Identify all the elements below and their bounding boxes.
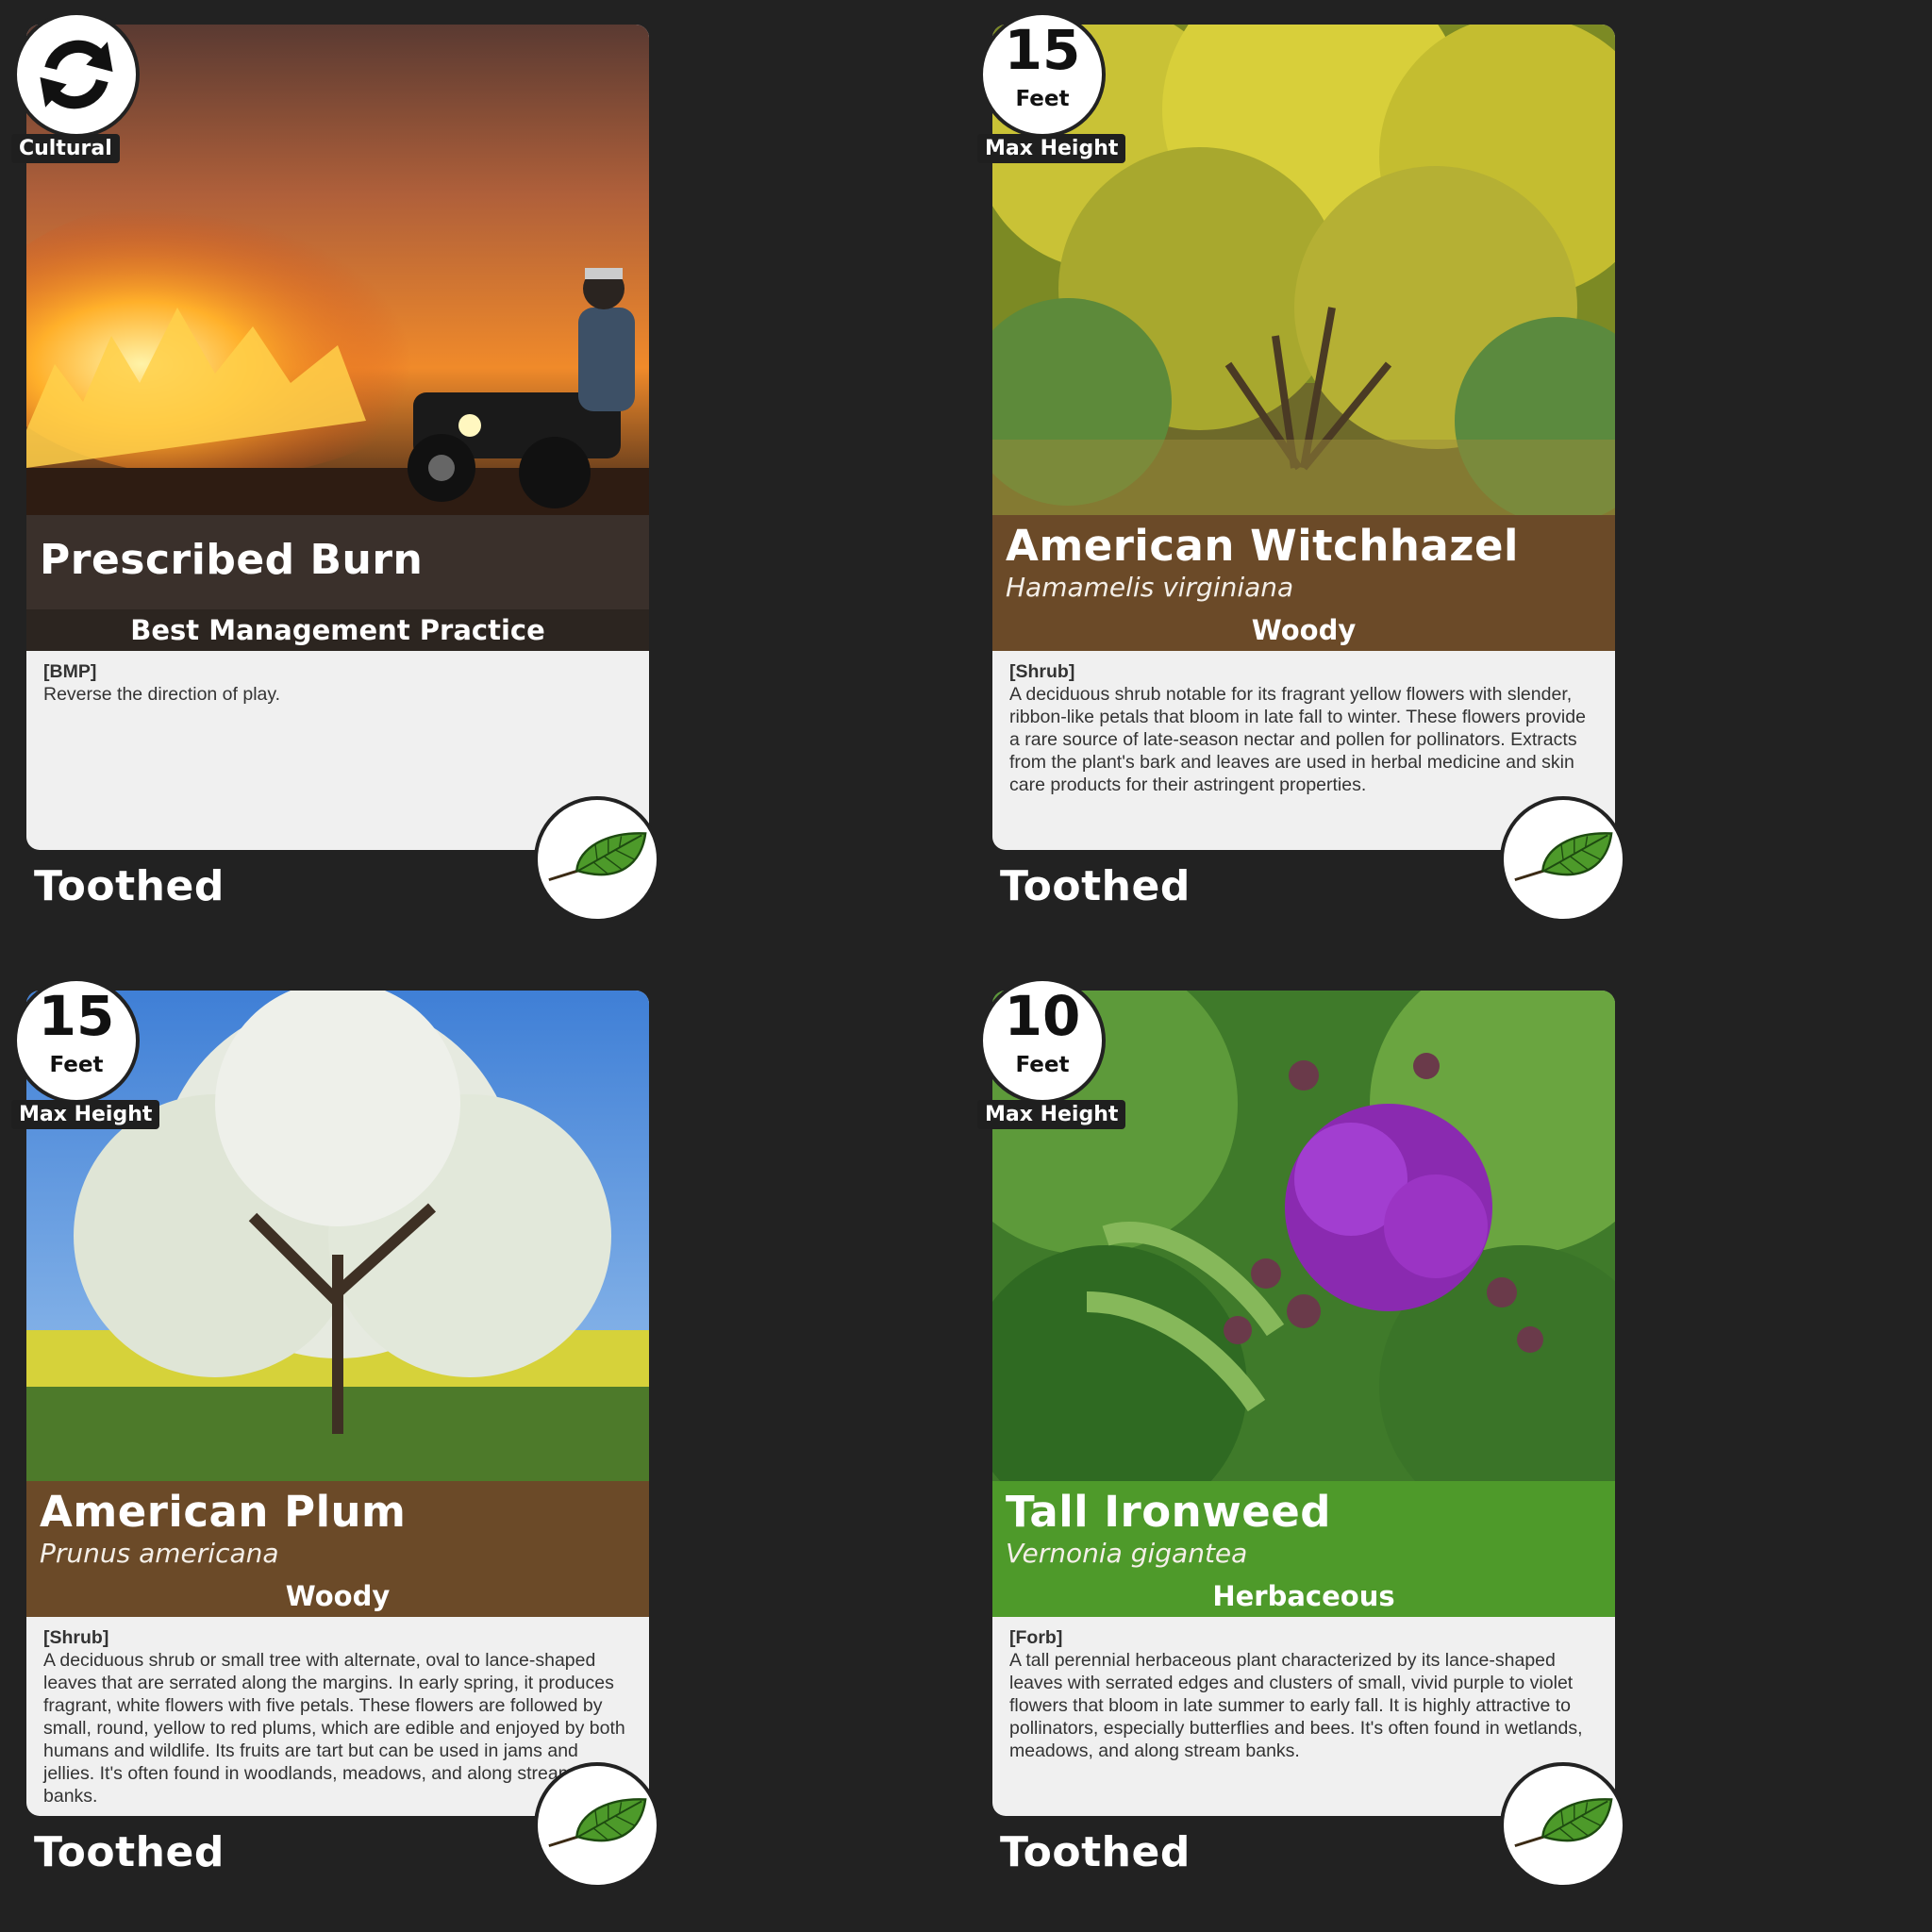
max-height-label: Max Height: [977, 1100, 1126, 1129]
type-badge: [13, 11, 140, 138]
title-band: American Witchhazel Hamamelis virginiana: [992, 515, 1615, 609]
category-band: Herbaceous: [992, 1575, 1615, 1617]
card-prescribed-burn[interactable]: Prescribed Burn Best Management Practice…: [11, 11, 660, 958]
footer-label: Toothed: [1000, 862, 1191, 910]
type-badge-label: Cultural: [11, 134, 120, 163]
card-description-text: A tall perennial herbaceous plant charac…: [1009, 1650, 1583, 1761]
card-american-witchhazel[interactable]: American Witchhazel Hamamelis virginiana…: [977, 11, 1626, 958]
toothed-leaf-icon: [1507, 1788, 1619, 1863]
max-height-unit: Feet: [1015, 87, 1070, 111]
card-tag: [Shrub]: [43, 1627, 109, 1648]
card-scientific-name: Vernonia gigantea: [1006, 1538, 1248, 1569]
toothed-leaf-badge: [534, 796, 660, 923]
footer-label: Toothed: [1000, 1828, 1191, 1876]
card-scientific-name: Prunus americana: [40, 1538, 279, 1569]
card-title: American Plum: [40, 1487, 407, 1537]
footer-label: Toothed: [34, 1828, 225, 1876]
footer-label: Toothed: [34, 862, 225, 910]
card-title: American Witchhazel: [1006, 521, 1519, 571]
max-height-value: 15: [38, 984, 115, 1048]
max-height-label: Max Height: [977, 134, 1126, 163]
max-height-badge: 15 Feet: [979, 11, 1106, 138]
card-frame: Prescribed Burn Best Management Practice…: [26, 25, 649, 850]
cycle-arrows-icon: [40, 40, 113, 109]
toothed-leaf-icon: [541, 1788, 653, 1863]
card-tag: [Forb]: [1009, 1627, 1063, 1648]
card-description: [Shrub] A deciduous shrub or small tree …: [43, 1626, 628, 1807]
card-description: [BMP] Reverse the direction of play.: [43, 660, 628, 706]
card-american-plum[interactable]: American Plum Prunus americana Woody [Sh…: [11, 977, 660, 1924]
toothed-leaf-icon: [541, 822, 653, 897]
max-height-unit: Feet: [1015, 1053, 1070, 1077]
card-title: Prescribed Burn: [40, 536, 424, 584]
card-title: Tall Ironweed: [1006, 1487, 1331, 1537]
card-tall-ironweed[interactable]: Tall Ironweed Vernonia gigantea Herbaceo…: [977, 977, 1626, 1924]
category-band: Best Management Practice: [26, 609, 649, 651]
category-band: Woody: [26, 1575, 649, 1617]
toothed-leaf-badge: [1500, 1762, 1626, 1889]
card-description-text: A deciduous shrub or small tree with alt…: [43, 1650, 625, 1807]
card-description-text: A deciduous shrub notable for its fragra…: [1009, 684, 1586, 795]
toothed-leaf-icon: [1507, 822, 1619, 897]
max-height-value: 15: [1004, 18, 1081, 82]
card-tag: [Shrub]: [1009, 661, 1075, 682]
max-height-badge: 10 Feet: [979, 977, 1106, 1104]
max-height-badge: 15 Feet: [13, 977, 140, 1104]
max-height-value: 10: [1004, 984, 1081, 1048]
category-band: Woody: [992, 609, 1615, 651]
card-tag: [BMP]: [43, 661, 97, 682]
card-description: [Shrub] A deciduous shrub notable for it…: [1009, 660, 1594, 796]
max-height-unit: Feet: [49, 1053, 104, 1077]
title-band: Tall Ironweed Vernonia gigantea: [992, 1481, 1615, 1575]
card-scientific-name: Hamamelis virginiana: [1006, 572, 1294, 603]
card-description: [Forb] A tall perennial herbaceous plant…: [1009, 1626, 1594, 1762]
toothed-leaf-badge: [1500, 796, 1626, 923]
max-height-label: Max Height: [11, 1100, 160, 1129]
toothed-leaf-badge: [534, 1762, 660, 1889]
card-description-text: Reverse the direction of play.: [43, 684, 281, 705]
title-band: Prescribed Burn: [26, 515, 649, 609]
title-band: American Plum Prunus americana: [26, 1481, 649, 1575]
